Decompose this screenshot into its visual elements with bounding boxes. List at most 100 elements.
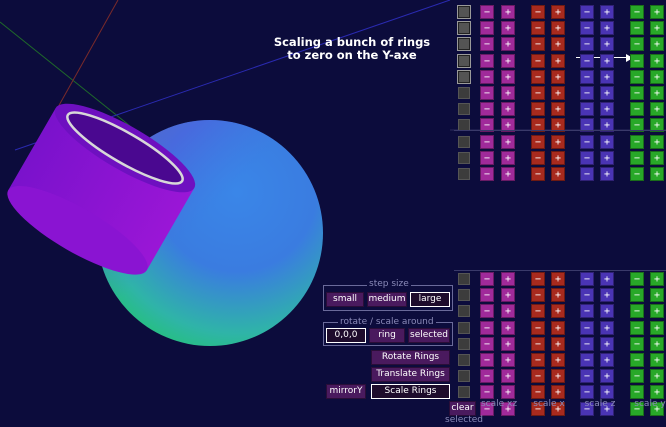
scale-z-plus-button[interactable]: +	[600, 288, 614, 303]
scale-y-plus-button[interactable]: +	[650, 304, 664, 319]
scale-xz-minus-button[interactable]: −	[480, 102, 494, 117]
scale-y-plus-button[interactable]: +	[650, 150, 664, 165]
scale-z-plus-button[interactable]: +	[600, 102, 614, 117]
scale-xz-minus-button[interactable]: −	[480, 134, 494, 149]
scale-z-plus-button[interactable]: +	[600, 150, 614, 165]
scale-z-minus-button[interactable]: −	[580, 5, 594, 19]
scale-y-plus-button[interactable]: +	[650, 134, 664, 149]
ring-checkbox[interactable]	[458, 305, 470, 318]
scale-z-plus-button[interactable]: +	[600, 5, 614, 19]
scale-y-minus-button[interactable]: −	[630, 336, 644, 351]
mirror-y-button[interactable]: mirrorY	[326, 384, 366, 399]
scale-y-minus-button[interactable]: −	[630, 150, 644, 165]
scale-xz-plus-button[interactable]: +	[501, 369, 515, 384]
scale-x-minus-button[interactable]: −	[531, 134, 545, 149]
scale-y-minus-button[interactable]: −	[630, 5, 644, 19]
scale-x-plus-button[interactable]: +	[551, 5, 565, 19]
scale-y-minus-button[interactable]: −	[630, 167, 644, 181]
scale-x-minus-button[interactable]: −	[531, 21, 545, 36]
rotate-rings-button[interactable]: Rotate Rings	[371, 350, 450, 365]
scale-x-minus-button[interactable]: −	[531, 167, 545, 181]
translate-rings-button[interactable]: Translate Rings	[371, 367, 450, 382]
scale-xz-minus-button[interactable]: −	[480, 5, 494, 19]
step-small-button[interactable]: small	[326, 292, 364, 307]
ring-checkbox[interactable]	[457, 53, 471, 68]
scale-z-plus-button[interactable]: +	[600, 304, 614, 319]
scale-xz-plus-button[interactable]: +	[501, 53, 515, 68]
scale-y-plus-button[interactable]: +	[650, 385, 664, 400]
scale-x-plus-button[interactable]: +	[551, 353, 565, 367]
ring-checkbox[interactable]	[458, 135, 470, 148]
scale-x-plus-button[interactable]: +	[551, 288, 565, 303]
scale-y-plus-button[interactable]: +	[650, 69, 664, 84]
3d-viewport[interactable]	[0, 0, 666, 427]
scale-y-minus-button[interactable]: −	[630, 320, 644, 335]
scale-y-plus-button[interactable]: +	[650, 53, 664, 68]
scale-z-minus-button[interactable]: −	[580, 37, 594, 52]
ring-checkbox[interactable]	[458, 321, 470, 334]
scale-x-minus-button[interactable]: −	[531, 69, 545, 84]
clear-button[interactable]: clear	[449, 401, 476, 416]
scale-z-plus-button[interactable]: +	[600, 134, 614, 149]
scale-z-minus-button[interactable]: −	[580, 86, 594, 100]
ring-checkbox[interactable]	[457, 69, 471, 84]
scale-y-minus-button[interactable]: −	[630, 369, 644, 384]
scale-xz-plus-button[interactable]: +	[501, 5, 515, 19]
scale-z-minus-button[interactable]: −	[580, 320, 594, 335]
scale-y-plus-button[interactable]: +	[650, 272, 664, 286]
step-large-button[interactable]: large	[410, 292, 450, 307]
scale-x-plus-button[interactable]: +	[551, 21, 565, 36]
pivot-selected-button[interactable]: selected	[408, 328, 450, 343]
scale-xz-plus-button[interactable]: +	[501, 21, 515, 36]
scale-y-minus-button[interactable]: −	[630, 134, 644, 149]
scale-x-minus-button[interactable]: −	[531, 369, 545, 384]
scale-z-plus-button[interactable]: +	[600, 86, 614, 100]
scale-xz-plus-button[interactable]: +	[501, 385, 515, 400]
scale-xz-plus-button[interactable]: +	[501, 272, 515, 286]
scale-z-plus-button[interactable]: +	[600, 37, 614, 52]
scale-x-minus-button[interactable]: −	[531, 336, 545, 351]
scale-y-plus-button[interactable]: +	[650, 320, 664, 335]
scale-xz-plus-button[interactable]: +	[501, 150, 515, 165]
scale-xz-minus-button[interactable]: −	[480, 53, 494, 68]
scale-z-minus-button[interactable]: −	[580, 21, 594, 36]
scale-z-minus-button[interactable]: −	[580, 150, 594, 165]
scale-y-plus-button[interactable]: +	[650, 353, 664, 367]
scale-x-minus-button[interactable]: −	[531, 353, 545, 367]
scale-x-plus-button[interactable]: +	[551, 336, 565, 351]
scale-y-plus-button[interactable]: +	[650, 102, 664, 117]
scale-x-minus-button[interactable]: −	[531, 288, 545, 303]
scale-xz-minus-button[interactable]: −	[480, 385, 494, 400]
scale-y-minus-button[interactable]: −	[630, 353, 644, 367]
scale-z-plus-button[interactable]: +	[600, 385, 614, 400]
scale-x-plus-button[interactable]: +	[551, 37, 565, 52]
scale-x-plus-button[interactable]: +	[551, 102, 565, 117]
scale-xz-minus-button[interactable]: −	[480, 336, 494, 351]
scale-z-minus-button[interactable]: −	[580, 369, 594, 384]
scale-z-plus-button[interactable]: +	[600, 21, 614, 36]
scale-xz-minus-button[interactable]: −	[480, 304, 494, 319]
scale-xz-minus-button[interactable]: −	[480, 37, 494, 52]
scale-x-plus-button[interactable]: +	[551, 150, 565, 165]
scale-xz-minus-button[interactable]: −	[480, 150, 494, 165]
scale-xz-plus-button[interactable]: +	[501, 69, 515, 84]
scale-x-minus-button[interactable]: −	[531, 304, 545, 319]
ring-checkbox[interactable]	[458, 289, 470, 302]
scale-xz-plus-button[interactable]: +	[501, 37, 515, 52]
scale-x-plus-button[interactable]: +	[551, 69, 565, 84]
scale-xz-plus-button[interactable]: +	[501, 86, 515, 100]
scale-y-minus-button[interactable]: −	[630, 304, 644, 319]
ring-checkbox[interactable]	[458, 87, 470, 99]
scale-z-plus-button[interactable]: +	[600, 320, 614, 335]
scale-xz-minus-button[interactable]: −	[480, 320, 494, 335]
ring-checkbox[interactable]	[457, 37, 471, 52]
scale-y-plus-button[interactable]: +	[650, 167, 664, 181]
ring-checkbox[interactable]	[458, 386, 470, 399]
scale-z-plus-button[interactable]: +	[600, 69, 614, 84]
scale-y-plus-button[interactable]: +	[650, 86, 664, 100]
scale-z-minus-button[interactable]: −	[580, 134, 594, 149]
scale-x-plus-button[interactable]: +	[551, 53, 565, 68]
ring-checkbox[interactable]	[457, 21, 471, 36]
scale-xz-plus-button[interactable]: +	[501, 336, 515, 351]
scale-y-minus-button[interactable]: −	[630, 21, 644, 36]
